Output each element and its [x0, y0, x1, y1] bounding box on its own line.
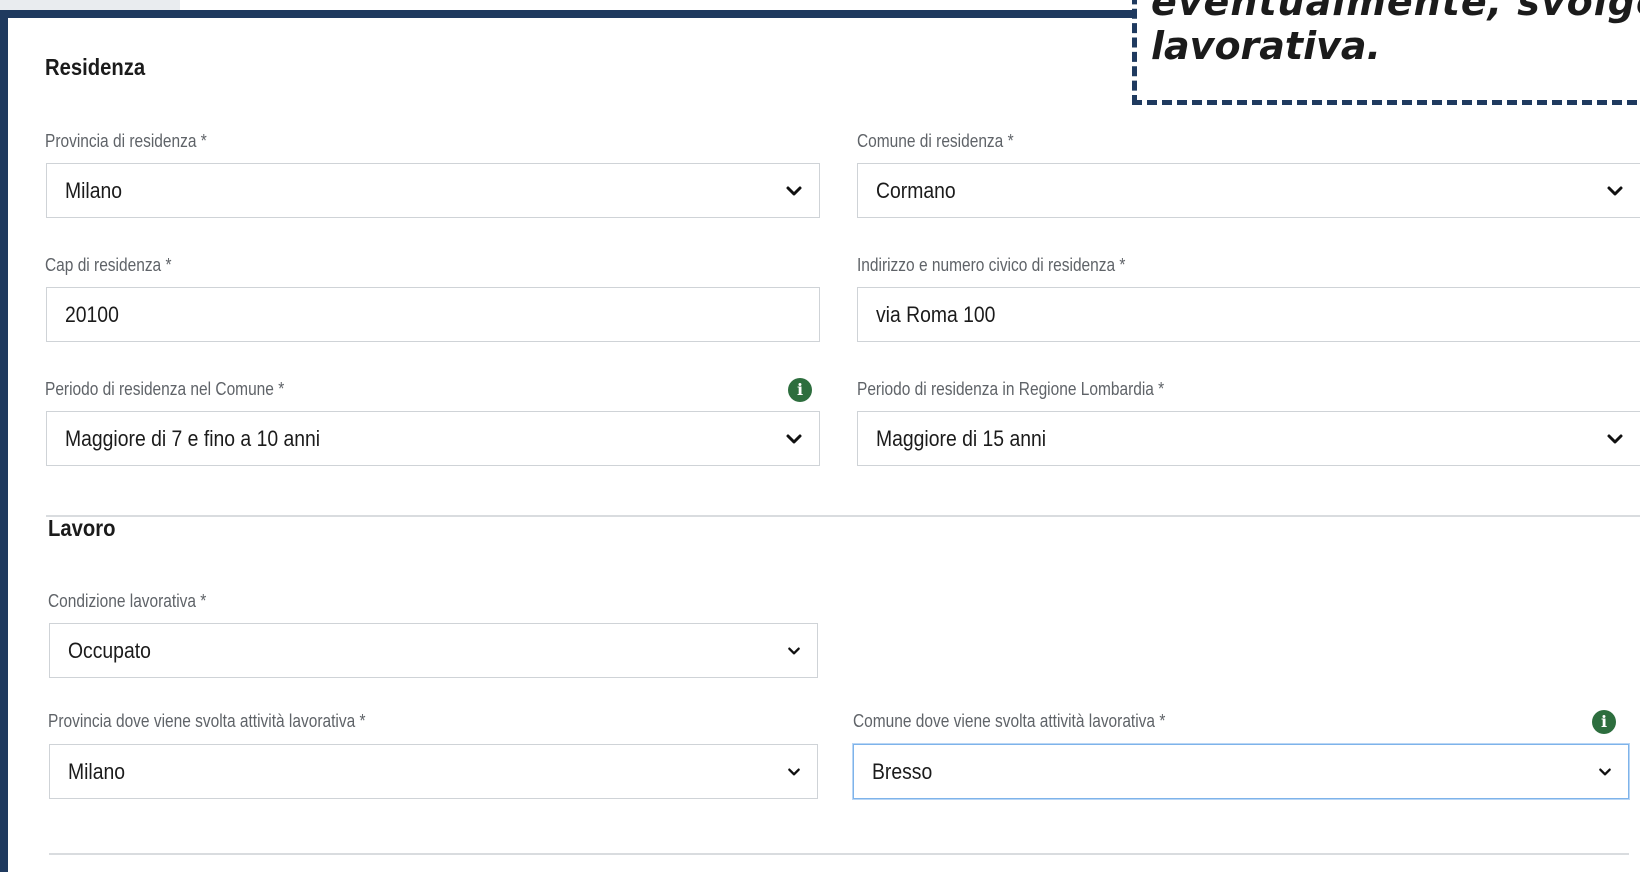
label-provincia-lavoro: Provincia dove viene svolta attività lav… — [48, 711, 366, 731]
input-indirizzo-residenza[interactable]: via Roma 100 — [857, 287, 1640, 342]
input-value: 20100 — [65, 301, 119, 327]
section-divider — [49, 853, 1629, 855]
input-value: via Roma 100 — [876, 301, 996, 327]
label-cap-residenza: Cap di residenza * — [45, 255, 172, 275]
label-condizione-lavorativa: Condizione lavorativa * — [48, 591, 207, 611]
page: Residenza Provincia di residenza * Milan… — [0, 0, 1640, 872]
select-value: Maggiore di 7 e fino a 10 anni — [65, 425, 321, 451]
callout-box: eventualmente, svolge a lavorativa. — [1132, 0, 1640, 105]
select-provincia-residenza[interactable]: Milano — [46, 163, 820, 218]
select-periodo-comune[interactable]: Maggiore di 7 e fino a 10 anni — [46, 411, 820, 466]
select-condizione-lavorativa[interactable]: Occupato — [49, 623, 818, 678]
label-comune-lavoro: Comune dove viene svolta attività lavora… — [853, 711, 1166, 731]
section-title-residenza: Residenza — [45, 54, 146, 80]
select-value: Cormano — [876, 177, 956, 203]
label-provincia-residenza: Provincia di residenza * — [45, 131, 207, 151]
select-periodo-regione[interactable]: Maggiore di 15 anni — [857, 411, 1640, 466]
label-comune-residenza: Comune di residenza * — [857, 131, 1014, 151]
select-provincia-lavoro[interactable]: Milano — [49, 744, 818, 799]
chevron-down-icon — [788, 647, 800, 654]
chevron-down-icon — [786, 186, 802, 195]
chevron-down-icon — [788, 768, 800, 775]
select-value: Maggiore di 15 anni — [876, 425, 1047, 451]
form-panel: Residenza Provincia di residenza * Milan… — [0, 10, 1640, 872]
select-comune-lavoro[interactable]: Bresso — [853, 744, 1629, 799]
section-divider — [46, 515, 1640, 517]
select-value: Milano — [68, 758, 126, 784]
input-cap-residenza[interactable]: 20100 — [46, 287, 820, 342]
background-shadow — [0, 0, 180, 10]
chevron-down-icon — [786, 434, 802, 443]
label-periodo-comune: Periodo di residenza nel Comune * — [45, 379, 285, 399]
select-comune-residenza[interactable]: Cormano — [857, 163, 1640, 218]
chevron-down-icon — [1607, 434, 1623, 443]
callout-text: lavorativa. — [1151, 24, 1381, 68]
select-value: Milano — [65, 177, 123, 203]
chevron-down-icon — [1607, 186, 1623, 195]
chevron-down-icon — [1599, 768, 1611, 775]
select-value: Bresso — [872, 758, 933, 784]
select-value: Occupato — [68, 637, 151, 663]
info-icon[interactable]: i — [1592, 710, 1616, 734]
info-icon[interactable]: i — [788, 378, 812, 402]
label-indirizzo-residenza: Indirizzo e numero civico di residenza * — [857, 255, 1126, 275]
label-periodo-regione: Periodo di residenza in Regione Lombardi… — [857, 379, 1165, 399]
section-title-lavoro: Lavoro — [48, 515, 116, 541]
callout-text: eventualmente, svolge a — [1151, 0, 1640, 24]
